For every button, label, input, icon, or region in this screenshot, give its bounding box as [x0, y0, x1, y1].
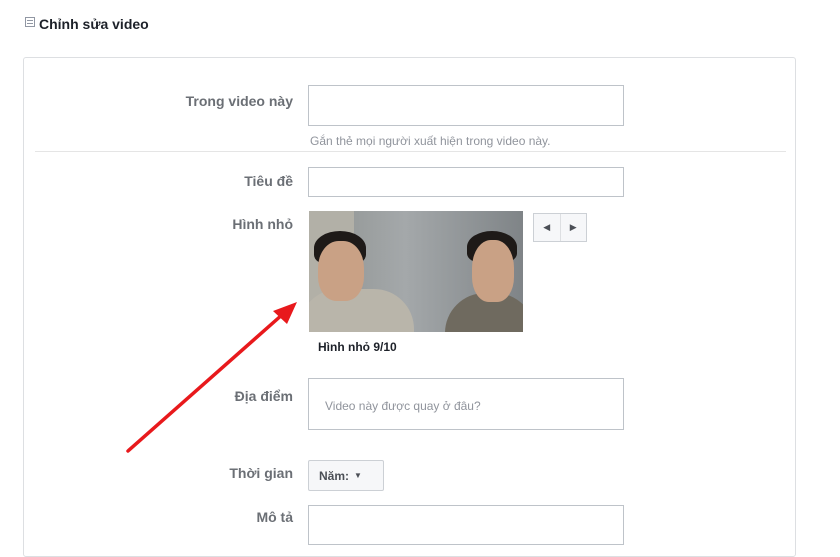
annotation-arrow-icon: [126, 302, 297, 453]
